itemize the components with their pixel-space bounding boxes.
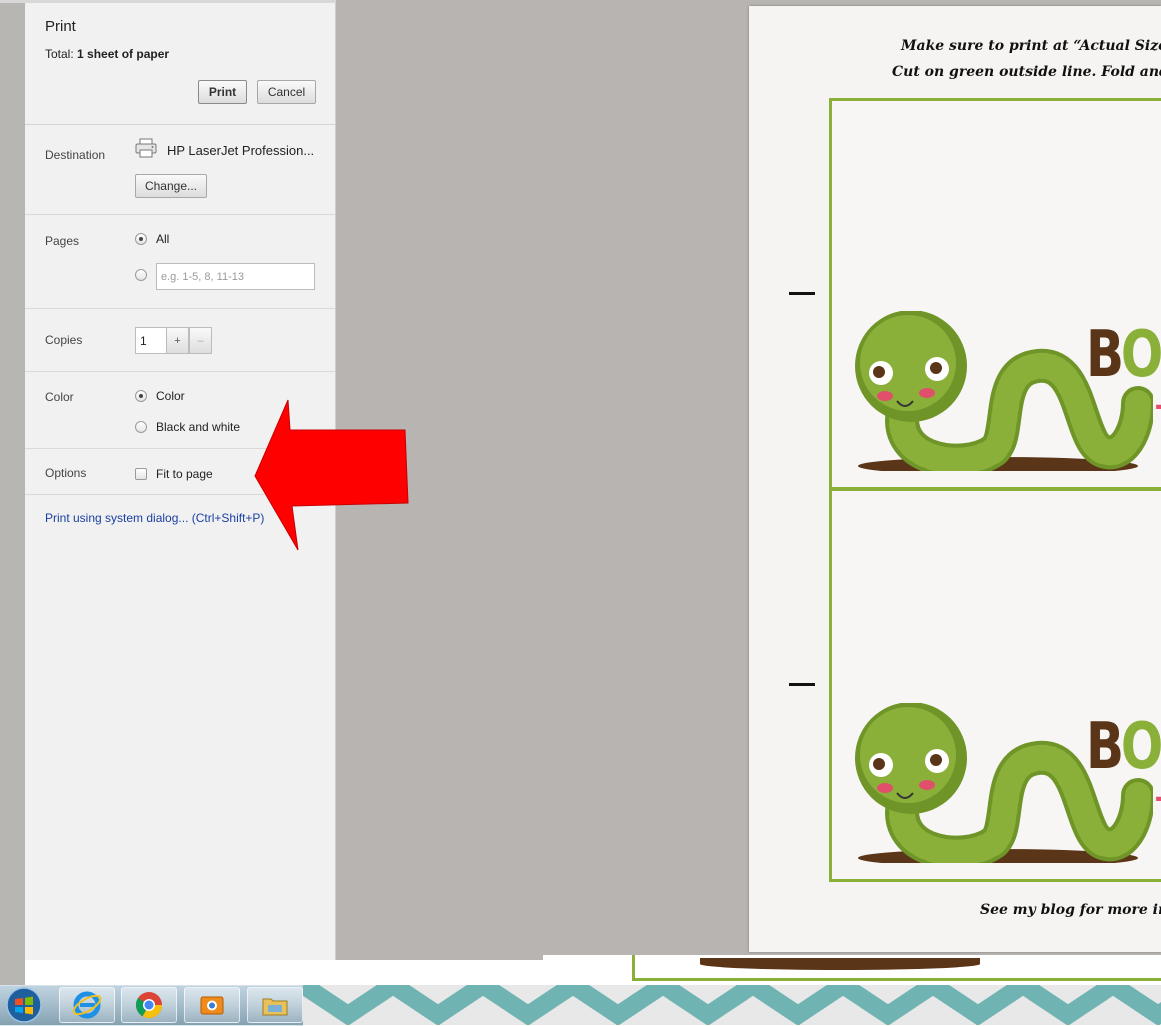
pages-all-label: All — [156, 232, 170, 246]
color-radio[interactable] — [135, 390, 147, 402]
system-dialog-link[interactable]: Print using system dialog... (Ctrl+Shift… — [45, 511, 264, 525]
destination-label: Destination — [45, 148, 106, 162]
card-title: BOO — [1086, 710, 1161, 784]
file-explorer-button[interactable] — [247, 987, 303, 1023]
fit-to-page-checkbox[interactable] — [135, 468, 147, 480]
fit-to-page-label: Fit to page — [156, 467, 213, 481]
printer-name: HP LaserJet Profession... — [167, 143, 315, 158]
pages-range-radio[interactable] — [135, 269, 147, 281]
underlying-card-border — [632, 955, 1161, 981]
internet-explorer-icon — [72, 991, 102, 1019]
chrome-icon — [135, 992, 163, 1019]
printer-icon — [135, 138, 157, 158]
copies-decrement-button[interactable]: – — [189, 327, 212, 354]
photo-app-button[interactable] — [184, 987, 240, 1023]
destination-section: Destination — [25, 125, 335, 215]
card-title: BOO — [1086, 318, 1161, 392]
instruction-line-1: Make sure to print at “Actual Size”. Sec — [901, 38, 1161, 54]
file-explorer-icon — [262, 998, 288, 1016]
instruction-line-2: Cut on green outside line. Fold and stap… — [892, 64, 1161, 80]
fold-mark — [789, 292, 815, 295]
print-button[interactable]: Print — [198, 80, 247, 104]
red-arrow-annotation — [254, 399, 409, 551]
footer-note: See my blog for more inform — [980, 902, 1161, 918]
black-and-white-radio[interactable] — [135, 421, 147, 433]
pages-section: Pages — [25, 215, 335, 309]
options-label: Options — [45, 466, 87, 480]
cancel-button[interactable]: Cancel — [257, 80, 316, 104]
card-title-letter: B — [1086, 710, 1124, 784]
card-title-letter: B — [1086, 318, 1124, 392]
panel-header: Print Total: 1 sheet of paper Print Canc… — [25, 3, 335, 125]
total-label: Total: — [45, 47, 74, 61]
card-subtitle: T — [1156, 400, 1161, 435]
pages-label: Pages — [45, 234, 80, 248]
card-title-letter: O — [1120, 318, 1161, 392]
internet-explorer-button[interactable] — [59, 987, 115, 1023]
pages-all-radio[interactable] — [135, 233, 147, 245]
desktop-wallpaper — [303, 985, 1161, 1025]
card-subtitle: T — [1156, 792, 1161, 827]
total-value: 1 sheet of paper — [77, 47, 170, 61]
copies-input[interactable] — [135, 327, 167, 354]
fold-mark — [789, 683, 815, 686]
color-label: Color — [45, 390, 74, 404]
color-option-label: Color — [156, 389, 185, 403]
photo-app-icon — [200, 996, 224, 1015]
pages-range-input[interactable] — [156, 263, 315, 290]
copies-increment-button[interactable]: + — [166, 327, 189, 354]
chrome-button[interactable] — [121, 987, 177, 1023]
start-button[interactable] — [4, 986, 44, 1024]
dialog-title: Print — [45, 18, 76, 35]
card-title-letter: O — [1120, 710, 1161, 784]
desktop-background — [0, 0, 25, 985]
preview-page: Make sure to print at “Actual Size”. Sec… — [749, 6, 1161, 952]
total-sheets: Total: 1 sheet of paper — [45, 47, 169, 61]
copies-label: Copies — [45, 333, 83, 347]
change-destination-button[interactable]: Change... — [135, 174, 207, 198]
black-and-white-label: Black and white — [156, 420, 241, 434]
